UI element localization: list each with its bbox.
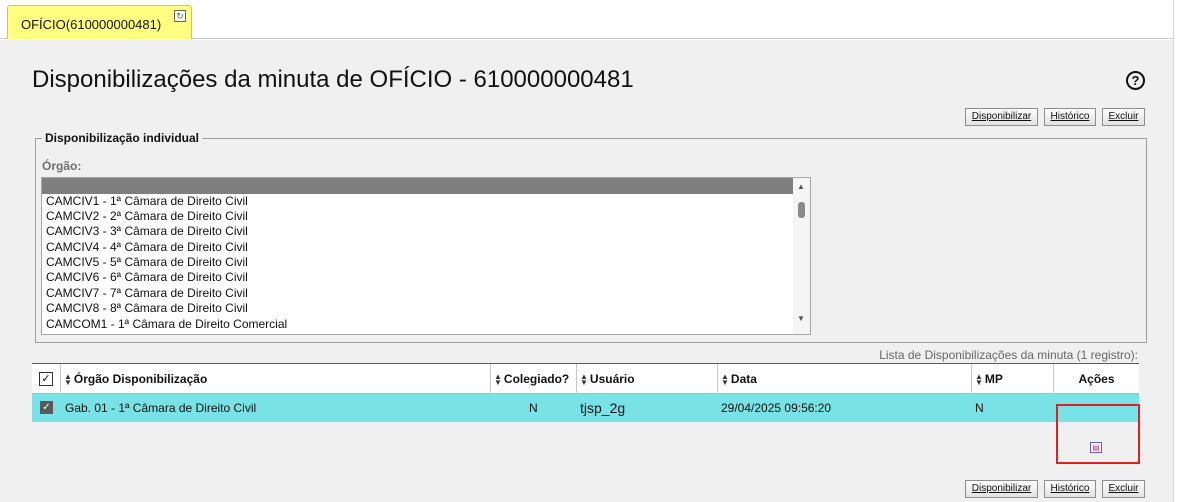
group-legend: Disponibilização individual [42,131,203,145]
selected-empty-option[interactable] [42,178,795,194]
excluir-button-bottom[interactable]: Excluir [1102,480,1145,498]
list-item[interactable]: CAMCIV5 - 5ª Câmara de Direito Civil [46,255,248,269]
cell-data: 29/04/2025 09:56:20 [721,401,832,415]
cell-colegiado: N [529,401,538,415]
table-header: ✓ ▲ ▼ Órgão Disponibilização ▲ ▼ Colegiado? … [32,364,1139,394]
scroll-up-icon[interactable]: ▲ [797,182,805,191]
select-all-checkbox[interactable]: ✓ [39,372,53,386]
sort-icon: ▲ ▼ [64,371,72,387]
orgao-listbox[interactable]: CAMCIV1 - 1ª Câmara de Direito Civil CAM… [41,177,811,335]
column-header-mp[interactable]: ▲ ▼ MP [971,364,1053,394]
tab-label: OFÍCIO(610000000481) [21,17,162,32]
column-header-colegiado[interactable]: ▲ ▼ Colegiado? [490,364,576,394]
list-item[interactable]: CAMCOM1 - 1ª Câmara de Direito Comercial [46,317,287,331]
page-title: Disponibilizações da minuta de OFÍCIO - … [32,66,634,93]
list-item[interactable]: CAMCIV3 - 3ª Câmara de Direito Civil [46,224,248,238]
disponibilizacao-individual-group: Disponibilização individual Órgão: CAMCI… [35,131,1147,343]
column-header-data[interactable]: ▲ ▼ Data [717,364,971,394]
list-caption: Lista de Disponibilizações da minuta (1 … [879,348,1138,362]
list-item[interactable]: CAMCIV6 - 6ª Câmara de Direito Civil [46,270,248,284]
historico-button-bottom[interactable]: Histórico [1044,480,1096,498]
list-item[interactable]: CAMCIV1 - 1ª Câmara de Direito Civil [46,194,248,208]
disponibilizar-button-bottom[interactable]: Disponibilizar [965,480,1038,498]
tab-bar: OFÍCIO(610000000481) ↻ [0,0,1174,39]
cell-usuario: tjsp_2g [580,400,626,416]
highlight-annotation [1056,404,1140,464]
row-checkbox[interactable]: ✓ [40,401,53,414]
cell-mp: N [975,401,984,415]
excluir-button-top[interactable]: Excluir [1102,108,1145,126]
sort-icon: ▲ ▼ [580,371,588,387]
orgao-label: Órgão: [42,159,82,173]
historico-button-top[interactable]: Histórico [1044,108,1096,126]
list-item[interactable]: CAMCIV8 - 8ª Câmara de Direito Civil [46,301,248,315]
sort-icon: ▲ ▼ [494,371,502,387]
cell-orgao: Gab. 01 - 1ª Câmara de Direito Civil [65,401,257,415]
page-border [1173,0,1174,502]
disponibilizar-button-top[interactable]: Disponibilizar [965,108,1038,126]
listbox-scrollbar[interactable]: ▲ ▼ [793,178,810,334]
sort-icon: ▲ ▼ [721,371,729,387]
scroll-thumb[interactable] [798,202,805,218]
disponibilizacoes-table: ✓ ▲ ▼ Órgão Disponibilização ▲ ▼ Colegiado? … [32,363,1139,422]
column-header-orgao[interactable]: ▲ ▼ Órgão Disponibilização [60,364,490,394]
column-header-acoes: Ações [1053,364,1139,394]
tab-oficio[interactable]: OFÍCIO(610000000481) ↻ [7,5,192,39]
list-item[interactable]: CAMCIV2 - 2ª Câmara de Direito Civil [46,209,248,223]
help-icon[interactable]: ? [1126,71,1145,90]
refresh-icon[interactable]: ↻ [174,10,186,22]
list-item[interactable]: CAMCIV4 - 4ª Câmara de Direito Civil [46,240,248,254]
sort-icon: ▲ ▼ [975,371,983,387]
scroll-down-icon[interactable]: ▼ [797,314,805,323]
column-header-usuario[interactable]: ▲ ▼ Usuário [576,364,717,394]
main-panel: Disponibilizações da minuta de OFÍCIO - … [0,40,1173,502]
list-item[interactable]: CAMCIV7 - 7ª Câmara de Direito Civil [46,286,248,300]
table-row[interactable]: ✓ Gab. 01 - 1ª Câmara de Direito Civil N… [32,394,1139,422]
